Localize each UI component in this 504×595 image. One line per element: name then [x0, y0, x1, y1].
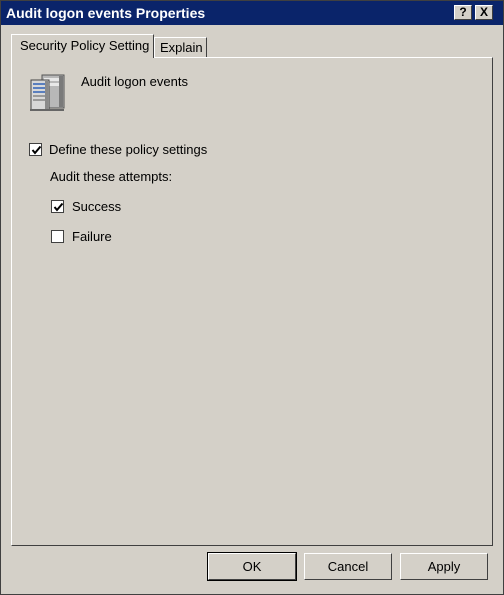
tab-explain[interactable]: Explain [154, 37, 207, 58]
title-bar[interactable]: Audit logon events Properties ? X [1, 1, 503, 25]
define-policy-label: Define these policy settings [49, 142, 208, 157]
success-checkbox[interactable] [51, 200, 64, 213]
tab-security-policy-setting[interactable]: Security Policy Setting [11, 34, 154, 58]
window-title: Audit logon events Properties [6, 5, 206, 21]
policy-name: Audit logon events [81, 74, 188, 89]
audit-attempts-label: Audit these attempts: [50, 169, 173, 184]
help-icon: ? [459, 5, 467, 19]
close-icon: X [479, 5, 488, 19]
ok-button[interactable]: OK [207, 552, 297, 581]
close-button[interactable]: X [475, 5, 493, 20]
define-policy-checkbox[interactable] [29, 143, 42, 156]
cancel-button[interactable]: Cancel [304, 553, 392, 580]
tab-panel [11, 57, 493, 546]
properties-dialog: Audit logon events Properties ? X Securi… [0, 0, 504, 595]
failure-label: Failure [72, 229, 112, 244]
success-label: Success [72, 199, 122, 214]
checkmark-icon [53, 202, 64, 212]
checkmark-icon [31, 145, 42, 155]
apply-button[interactable]: Apply [400, 553, 488, 580]
failure-checkbox[interactable] [51, 230, 64, 243]
help-button[interactable]: ? [454, 5, 472, 20]
server-policy-icon [28, 74, 68, 112]
